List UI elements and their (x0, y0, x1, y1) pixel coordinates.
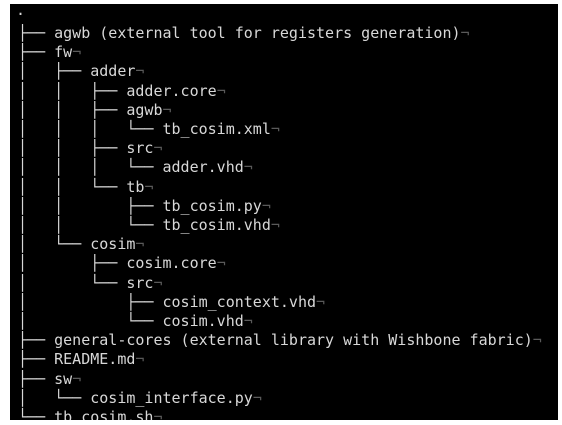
tree-row-directory: │ │ └── tb¬ (18, 178, 153, 197)
file-name: tb_cosim.sh (54, 408, 154, 420)
file-name: cosim.core (126, 254, 217, 273)
directory-name: adder (90, 62, 136, 81)
end-of-line-mark: ¬ (216, 254, 226, 273)
tree-guide: │ │ ├── (18, 100, 127, 119)
tree-guide: ├── (18, 350, 55, 369)
end-of-line-mark: ¬ (153, 408, 163, 420)
directory-name: sw (54, 369, 73, 388)
tree-row-directory: │ └── src¬ (18, 274, 163, 293)
end-of-line-mark: ¬ (243, 312, 253, 330)
directory-name: general-cores (external library with Wis… (54, 331, 533, 350)
tree-row-directory: ├── general-cores (external library with… (18, 331, 542, 350)
end-of-line-mark: ¬ (460, 24, 470, 42)
tree-guide: │ ├── (18, 254, 127, 273)
directory-name: src (126, 273, 154, 292)
file-name: tb_cosim.py (162, 196, 262, 215)
file-name: README.md (54, 350, 136, 369)
tree-guide: │ ├── (18, 292, 163, 311)
file-name: cosim_interface.py (90, 388, 253, 407)
tree-guide: │ └── (18, 273, 127, 292)
file-name: cosim.vhd (162, 312, 244, 330)
tree-guide: ├── (18, 331, 55, 350)
end-of-line-mark: ¬ (144, 177, 154, 196)
tree-row-directory: │ │ ├── src¬ (18, 139, 163, 158)
end-of-line-mark: ¬ (72, 43, 82, 62)
end-of-line-mark: ¬ (270, 120, 280, 138)
end-of-line-mark: ¬ (261, 196, 271, 215)
tree-row-file: │ │ └── tb_cosim.vhd¬ (18, 216, 280, 235)
end-of-line-mark: ¬ (316, 292, 326, 311)
tree-guide: ├── (18, 24, 55, 42)
directory-name: agwb (external tool for registers genera… (54, 24, 461, 42)
tree-guide: └── (18, 408, 55, 420)
tree-root: . (16, 4, 26, 19)
end-of-line-mark: ¬ (243, 158, 253, 177)
directory-name: agwb (126, 100, 163, 119)
tree-guide: │ │ ├── (18, 196, 163, 215)
tree-guide: ├── (18, 369, 55, 388)
tree-row-file: └── tb_cosim.sh¬ (18, 408, 163, 420)
tree-guide: │ ├── (18, 62, 91, 81)
tree-row-directory: ├── agwb (external tool for registers ge… (18, 24, 470, 43)
end-of-line-mark: ¬ (153, 139, 163, 158)
end-of-line-mark: ¬ (216, 81, 226, 100)
tree-row-file: │ └── cosim.vhd¬ (18, 312, 253, 331)
tree-row-file: ├── README.md¬ (18, 350, 144, 369)
tree-guide: │ └── (18, 235, 91, 254)
directory-name: fw (54, 43, 73, 62)
tree-row-file: │ │ │ └── tb_cosim.xml¬ (18, 120, 280, 139)
tree-row-file: │ │ │ └── adder.vhd¬ (18, 158, 253, 177)
tree-row-file: │ ├── cosim_context.vhd¬ (18, 293, 325, 312)
tree-row-file: │ │ ├── tb_cosim.py¬ (18, 197, 271, 216)
tree-row-directory: ├── sw¬ (18, 370, 81, 389)
tree-row-file: │ ├── cosim.core¬ (18, 254, 226, 273)
file-name: cosim_context.vhd (162, 292, 317, 311)
end-of-line-mark: ¬ (135, 235, 145, 254)
tree-guide: ├── (18, 43, 55, 62)
tree-guide: │ │ │ └── (18, 120, 163, 138)
file-name: tb_cosim.xml (162, 120, 271, 138)
directory-name: cosim (90, 235, 136, 254)
end-of-line-mark: ¬ (135, 350, 145, 369)
end-of-line-mark: ¬ (135, 62, 145, 81)
directory-name: tb (126, 177, 145, 196)
tree-row-directory: │ ├── adder¬ (18, 62, 144, 81)
file-name: adder.vhd (162, 158, 244, 177)
tree-row-file: │ └── cosim_interface.py¬ (18, 389, 262, 408)
tree-guide: │ │ └── (18, 177, 127, 196)
tree-row-file: │ │ ├── adder.core¬ (18, 82, 226, 101)
file-name: tb_cosim.vhd (162, 216, 271, 234)
end-of-line-mark: ¬ (153, 273, 163, 292)
tree-guide: │ └── (18, 388, 91, 407)
end-of-line-mark: ¬ (252, 388, 262, 407)
tree-guide: │ │ ├── (18, 139, 127, 158)
end-of-line-mark: ¬ (532, 331, 542, 350)
tree-row-directory: │ │ ├── agwb¬ (18, 101, 172, 120)
tree-row-directory: │ └── cosim¬ (18, 235, 144, 254)
directory-name: src (126, 139, 154, 158)
tree-guide: │ └── (18, 312, 163, 330)
tree-row-directory: ├── fw¬ (18, 43, 81, 62)
end-of-line-mark: ¬ (270, 216, 280, 234)
end-of-line-mark: ¬ (162, 100, 172, 119)
tree-guide: │ │ │ └── (18, 158, 163, 177)
terminal-window: . ├── agwb (external tool for registers … (10, 4, 558, 420)
tree-guide: │ │ └── (18, 216, 163, 234)
file-name: adder.core (126, 81, 217, 100)
end-of-line-mark: ¬ (72, 369, 82, 388)
tree-guide: │ │ ├── (18, 81, 127, 100)
